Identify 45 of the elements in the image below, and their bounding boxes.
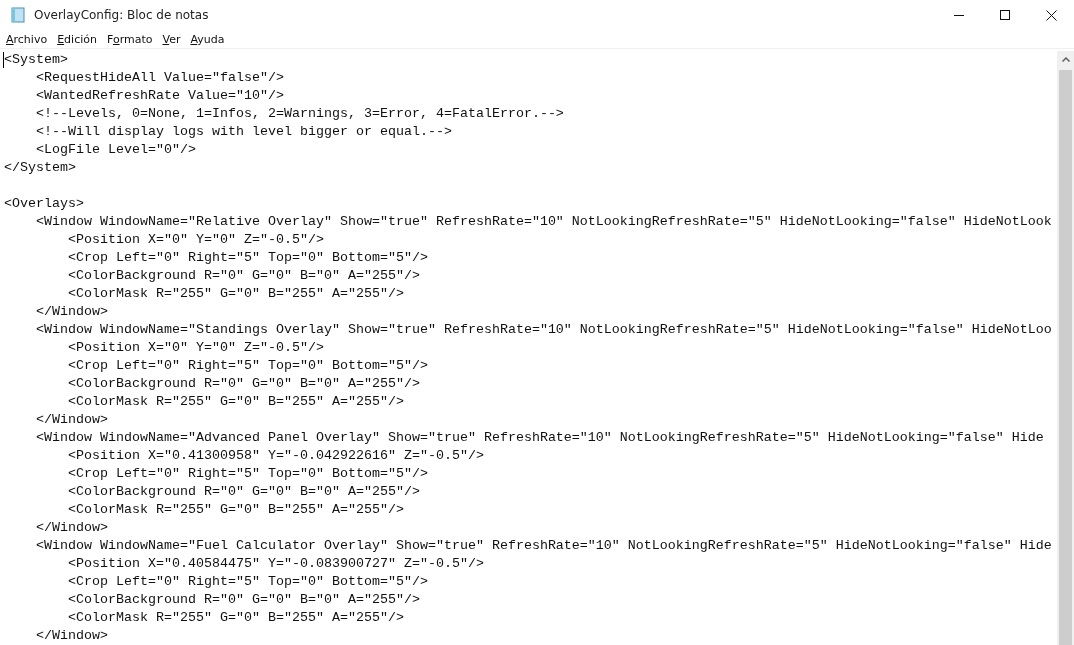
code-line: <ColorMask R="255" G="0" B="255" A="255"/>: [67, 393, 405, 411]
code-line: <Position X="0.41300958" Y="-0.042922616" Z="-0.5"/>: [67, 447, 485, 465]
caret-up-icon: [1061, 57, 1070, 62]
code-line: <WantedRefreshRate Value="10"/>: [35, 87, 285, 105]
code-line: <ColorMask R="255" G="0" B="255" A="255"/>: [67, 609, 405, 627]
code-line: <Position X="0.40584475" Y="-0.083900727" Z="-0.5"/>: [67, 555, 485, 573]
code-line: <ColorBackground R="0" G="0" B="0" A="255"/>: [67, 591, 421, 609]
code-line: <ColorMask R="255" G="0" B="255" A="255"/>: [67, 501, 405, 519]
code-line: <Window WindowName="Fuel Calculator Overlay" Show="true" RefreshRate="10" NotLookingRefreshRate="5" HideNotLooking="false" Hide: [35, 537, 1053, 555]
menu-item[interactable]: Archivo: [2, 30, 52, 48]
code-line: </Window>: [35, 303, 109, 321]
scrollbar-thumb[interactable]: [1059, 70, 1072, 645]
code-line: <Overlays>: [4, 195, 85, 213]
code-line: <Window WindowName="Advanced Panel Overlay" Show="true" RefreshRate="10" NotLookingRefreshRate="5" HideNotLooking="false" Hide: [35, 429, 1045, 447]
code-line: <Window WindowName="Relative Overlay" Show="true" RefreshRate="10" NotLookingRefreshRate="5" HideNotLooking="false" HideNotLook: [35, 213, 1053, 231]
code-line: <!--Levels, 0=None, 1=Infos, 2=Warnings, 3=Error, 4=FatalError.-->: [35, 105, 565, 123]
code-line: <RequestHideAll Value="false"/>: [35, 69, 285, 87]
code-line: <!--Will display logs with level bigger or equal.-->: [35, 123, 453, 141]
notepad-icon: [10, 7, 26, 23]
menu-item[interactable]: Formato: [102, 30, 157, 48]
code-line: </System>: [4, 159, 77, 177]
code-line: <Crop Left="0" Right="5" Top="0" Bottom="5"/>: [67, 357, 429, 375]
menu-item[interactable]: Edición: [53, 30, 101, 48]
code-line: <LogFile Level="0"/>: [35, 141, 197, 159]
code-line: <ColorBackground R="0" G="0" B="0" A="255"/>: [67, 483, 421, 501]
code-line: </Window>: [35, 627, 109, 645]
code-line: <Crop Left="0" Right="5" Top="0" Bottom="5"/>: [67, 249, 429, 267]
window-title: OverlayConfig: Bloc de notas: [34, 8, 209, 22]
vertical-scrollbar[interactable]: [1057, 51, 1074, 645]
code-line: <Position X="0" Y="0" Z="-0.5"/>: [67, 231, 325, 249]
maximize-icon: [1000, 10, 1010, 20]
code-line: <Position X="0" Y="0" Z="-0.5"/>: [67, 339, 325, 357]
code-line: <ColorBackground R="0" G="0" B="0" A="255"/>: [67, 375, 421, 393]
code-line: <Window WindowName="Standings Overlay" Show="true" RefreshRate="10" NotLookingRefreshRate="5" HideNotLooking="false" HideNotLoo: [35, 321, 1053, 339]
code-line: <Crop Left="0" Right="5" Top="0" Bottom="5"/>: [67, 465, 429, 483]
code-line: </Window>: [35, 519, 109, 537]
code-line: <ColorBackground R="0" G="0" B="0" A="255"/>: [67, 267, 421, 285]
code-line: <Crop Left="0" Right="5" Top="0" Bottom="5"/>: [67, 573, 429, 591]
menu-item[interactable]: Ayuda: [186, 30, 229, 48]
code-line: </Window>: [35, 411, 109, 429]
code-line: <ColorMask R="255" G="0" B="255" A="255"/>: [67, 285, 405, 303]
text-cursor: [3, 52, 4, 68]
menu-item[interactable]: Ver: [158, 30, 185, 48]
close-icon: [1045, 9, 1057, 21]
code-line: <System>: [4, 51, 69, 69]
